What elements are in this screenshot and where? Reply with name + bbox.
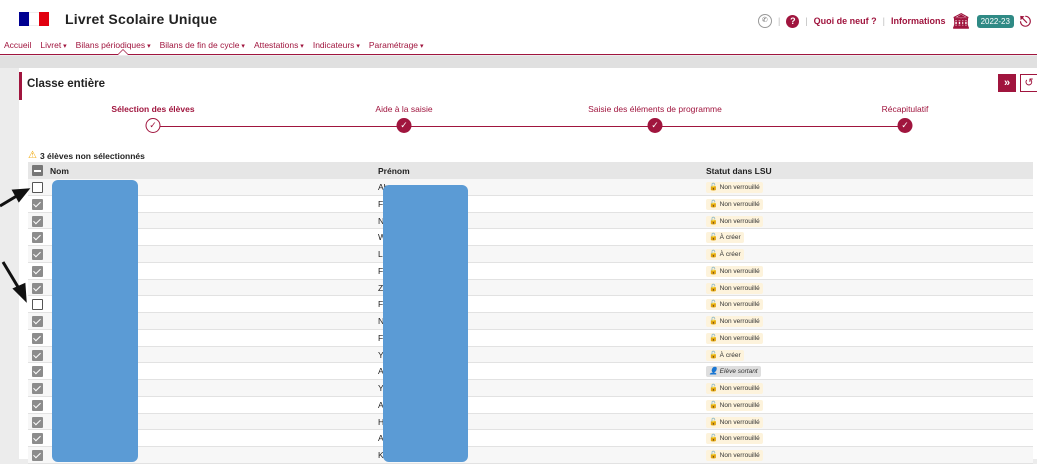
arrow-annotation xyxy=(0,188,31,208)
arrow-annotation xyxy=(1,261,27,303)
annotation-arrows xyxy=(0,188,31,303)
